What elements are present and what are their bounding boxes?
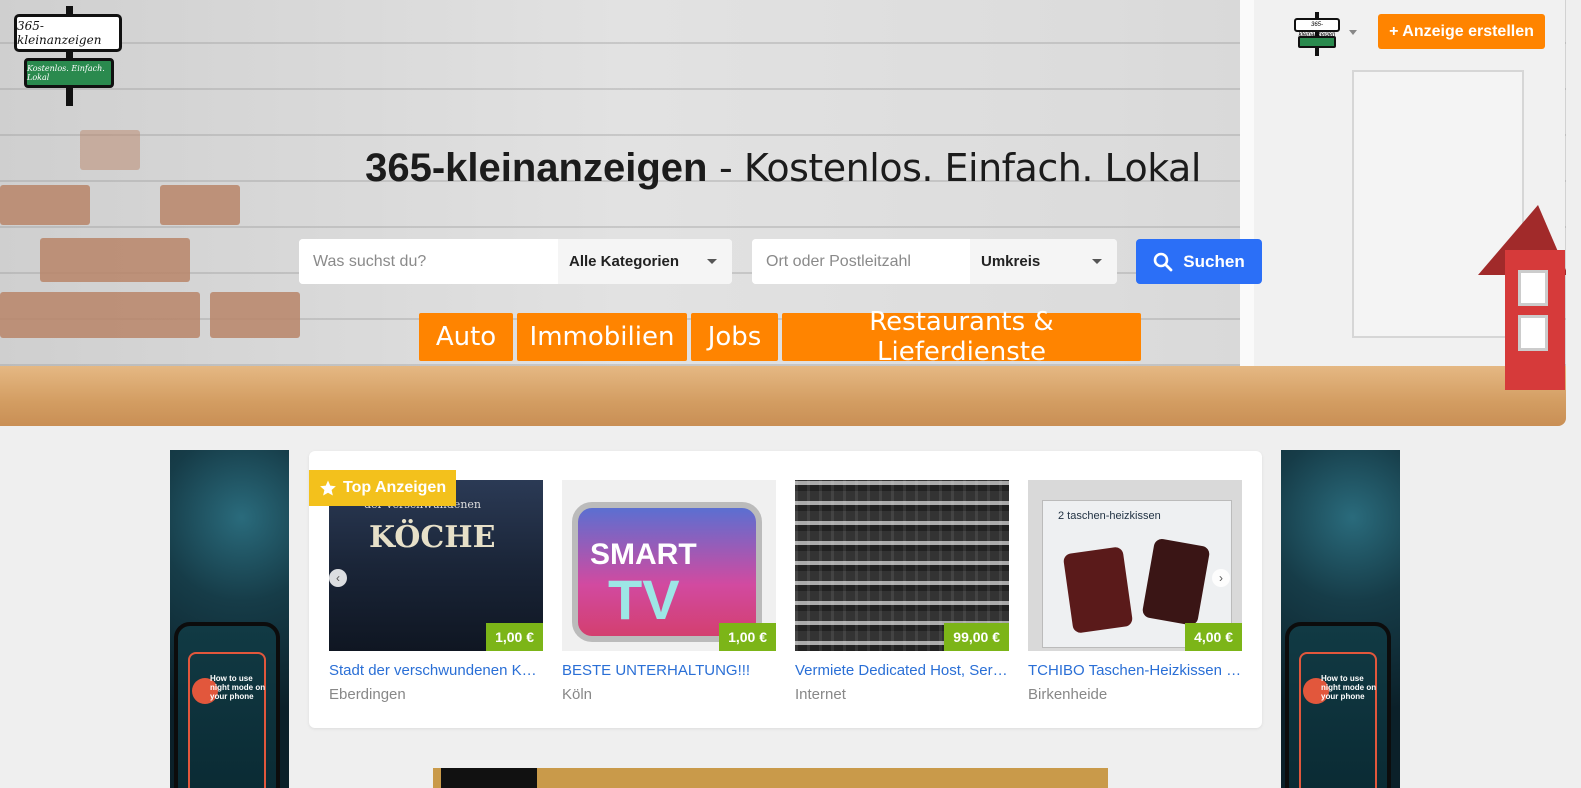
chevron-right-icon[interactable]: › [1212,569,1230,587]
location-input[interactable] [752,239,970,284]
caret-down-icon [707,259,717,264]
category-auto[interactable]: Auto [419,313,513,361]
picture-frame-inner [1352,70,1524,338]
radius-select-value: Umkreis [981,253,1041,270]
top-ads-badge: Top Anzeigen [309,470,456,506]
top-ads-badge-label: Top Anzeigen [343,479,447,496]
title-tagline: - Kostenlos. Einfach. Lokal [707,146,1201,190]
create-ad-button[interactable]: + Anzeige erstellen [1378,14,1545,49]
search-icon [1153,252,1173,271]
ad-location: Köln [562,686,593,703]
ad-title[interactable]: BESTE UNTERHALTUNG!!! [562,662,776,679]
page-title: 365-kleinanzeigen - Kostenlos. Einfach. … [0,146,1566,191]
avatar-sign-green [1298,36,1336,48]
category-jobs[interactable]: Jobs [691,313,778,361]
ad-title[interactable]: Stadt der verschwundenen Köche [329,662,543,679]
ad-card[interactable]: SMART TV 1,00 € BESTE UNTERHALTUNG!!! Kö… [562,480,776,703]
ad-card[interactable]: der verschwundenen KÖCHE 1,00 € Stadt de… [329,480,543,703]
category-immobilien[interactable]: Immobilien [517,313,687,361]
heat-pad-shape [1062,546,1134,634]
brick-decoration [0,185,90,225]
category-restaurants[interactable]: Restaurants & Lieferdienste [782,307,1141,367]
ad-location: Birkenheide [1028,686,1108,703]
ad-image-text: SMART [590,538,697,571]
user-avatar[interactable]: 365-kleinanzeigen [1294,12,1342,56]
category-select-value: Alle Kategorien [569,253,680,270]
side-ad-right[interactable]: How to use night mode on your phone [1281,450,1400,788]
ad-image-text: TV [608,568,680,631]
radius-select[interactable]: Umkreis [970,239,1117,284]
ad-image-text: KÖCHE [369,520,496,555]
star-icon [320,480,336,496]
caret-down-icon [1092,259,1102,264]
logo-sign-bottom: Kostenlos. Einfach. Lokal [24,58,114,88]
banner-logo-shape [441,768,537,788]
category-select[interactable]: Alle Kategorien [558,239,732,284]
site-logo[interactable]: 365-kleinanzeigen Kostenlos. Einfach. Lo… [14,6,124,106]
brick-decoration [160,185,240,225]
chevron-left-icon[interactable]: ‹ [329,569,347,587]
ad-card[interactable]: 99,00 € Vermiete Dedicated Host, Server.… [795,480,1009,703]
ad-image-text: 2 taschen-heizkissen [1058,510,1161,522]
ad-title[interactable]: TCHIBO Taschen-Heizkissen - po... [1028,662,1242,679]
ad-title[interactable]: Vermiete Dedicated Host, Server... [795,662,1009,679]
ad-phone-frame [188,652,266,788]
search-button[interactable]: Suchen [1136,239,1262,284]
ad-phone-image: How to use night mode on your phone [1285,622,1391,788]
ad-text: How to use night mode on your phone [1321,674,1377,701]
logo-sign-top: 365-kleinanzeigen [14,14,122,52]
ad-image[interactable]: SMART TV 1,00 € [562,480,776,651]
wood-shelf [0,366,1566,426]
house-window [1518,315,1548,351]
brick-decoration [0,292,200,338]
ad-price: 4,00 € [1185,623,1242,651]
bottom-banner[interactable] [433,768,1108,788]
ad-image[interactable]: 99,00 € [795,480,1009,651]
title-brand: 365-kleinanzeigen [365,146,708,190]
chevron-down-icon[interactable] [1349,30,1357,35]
ad-image[interactable]: 2 taschen-heizkissen 4,00 € [1028,480,1242,651]
ad-location: Internet [795,686,846,703]
brick-decoration [40,238,190,282]
ad-card[interactable]: 2 taschen-heizkissen 4,00 € TCHIBO Tasch… [1028,480,1242,703]
ad-price: 1,00 € [486,623,543,651]
ad-location: Eberdingen [329,686,406,703]
brick-decoration [210,292,300,338]
ad-phone-image: How to use night mode on your phone [174,622,280,788]
house-window [1518,270,1548,306]
search-query-group: Alle Kategorien [299,239,732,284]
search-input[interactable] [299,239,558,284]
ad-price: 1,00 € [719,623,776,651]
ad-phone-frame [1299,652,1377,788]
avatar-sign: 365-kleinanzeigen [1294,18,1340,38]
side-ad-left[interactable]: How to use night mode on your phone [170,450,289,788]
search-location-group: Umkreis [752,239,1117,284]
search-button-label: Suchen [1183,251,1245,271]
ad-price: 99,00 € [944,623,1009,651]
ad-text: How to use night mode on your phone [210,674,266,701]
